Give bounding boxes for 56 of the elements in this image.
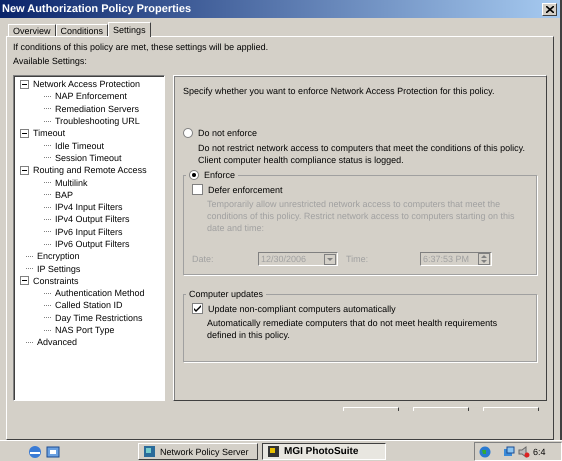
close-icon [546, 6, 554, 12]
tree-item[interactable]: Encryption [37, 251, 80, 262]
collapse-icon[interactable] [20, 166, 29, 175]
collapse-icon[interactable] [20, 80, 29, 89]
tree-item[interactable]: Session Timeout [55, 152, 122, 163]
intro-text: If conditions of this policy are met, these settings will be applied. [13, 42, 270, 52]
tree-item[interactable]: Troubleshooting URL [55, 116, 140, 126]
radio-button[interactable] [183, 128, 193, 138]
tree-item[interactable]: NAP Enforcement [55, 91, 127, 102]
tree-item[interactable]: Constraints [33, 276, 79, 286]
tree-item[interactable]: NAS Port Type [55, 325, 114, 336]
radio-button[interactable] [189, 170, 199, 180]
close-button[interactable] [542, 2, 557, 16]
tree-item[interactable]: Day Time Restrictions [55, 312, 143, 323]
tree-item[interactable]: Remediation Servers [55, 104, 140, 114]
spinner-arrows-icon[interactable] [478, 253, 490, 265]
option-description: Do not restrict network access to computers that meet the conditions of this policy. Client computer health compliance status is logged. [198, 142, 526, 166]
panel-heading: Specify whether you want to enforce Network Access Protection for this policy. [183, 86, 496, 96]
collapse-icon[interactable] [20, 276, 29, 286]
tree-item[interactable]: Advanced [37, 337, 78, 348]
network-icon[interactable] [503, 446, 515, 458]
speaker-icon[interactable] [518, 446, 530, 458]
section-label: Available Settings: [13, 56, 88, 66]
checkbox-label: Update non-compliant computers automatically [208, 304, 396, 314]
updates-description: Automatically remediate computers that do not meet health requirements defined in this policy. [207, 317, 498, 341]
radio-label: Do not enforce [198, 128, 258, 138]
globe-icon[interactable] [479, 446, 491, 458]
tree-item[interactable]: Timeout [33, 128, 66, 138]
tree-item[interactable]: IPv6 Output Filters [55, 239, 130, 249]
tree-item[interactable]: Authentication Method [55, 288, 145, 298]
collapse-icon[interactable] [20, 128, 29, 138]
tree-item[interactable]: IPv4 Output Filters [55, 214, 130, 224]
clock: 6:4 [533, 446, 546, 456]
app-icon [143, 445, 156, 458]
tree-item[interactable]: Called Station ID [55, 300, 123, 310]
tab[interactable]: Overview [8, 24, 56, 36]
checkbox-label: Defer enforcement [208, 184, 283, 194]
tree-item[interactable]: BAP [55, 190, 74, 200]
app-icon [267, 445, 280, 458]
tree-item[interactable]: IPv4 Input Filters [55, 202, 123, 212]
tree-item[interactable]: IP Settings [37, 264, 80, 274]
desktop-icon[interactable] [46, 444, 60, 458]
radio-label: Enforce [204, 170, 236, 180]
window-title: New Authorization Policy Properties [2, 3, 192, 15]
taskbar-button[interactable]: Network Policy Server [138, 443, 258, 460]
tree-item[interactable]: Idle Timeout [55, 140, 104, 151]
taskbar-button[interactable]: MGI PhotoSuite [262, 443, 386, 460]
tab[interactable]: Settings [108, 22, 151, 37]
tab[interactable]: Conditions [56, 24, 108, 36]
group-title: Computer updates [189, 289, 264, 299]
tree-item[interactable]: IPv6 Input Filters [55, 226, 123, 237]
tree-item[interactable]: Routing and Remote Access [33, 165, 147, 176]
checkbox[interactable] [192, 184, 203, 195]
tree-item[interactable]: Network Access Protection [33, 79, 140, 90]
checkbox[interactable] [192, 303, 203, 314]
tree-item[interactable]: Multilink [55, 178, 88, 188]
